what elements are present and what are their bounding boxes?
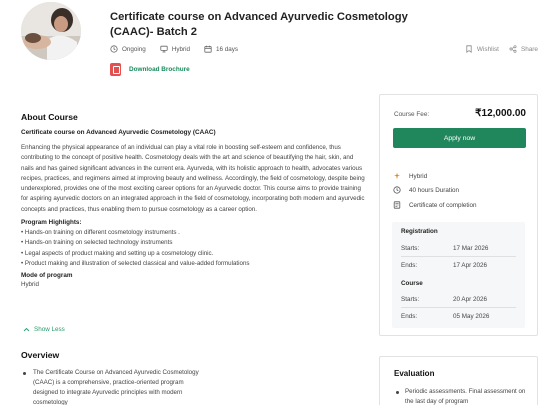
apply-now-button[interactable]: Apply now: [393, 128, 526, 148]
wishlist-label: Wishlist: [476, 45, 499, 53]
clock-icon: [110, 45, 118, 53]
evaluation-item: Periodic assessments. Final assessment o…: [396, 387, 534, 405]
bullet-icon: [23, 371, 26, 375]
divider: [401, 307, 516, 308]
chevron-up-icon: [23, 327, 30, 332]
mode-meta: Hybrid: [160, 45, 190, 53]
course-dates-heading: Course: [401, 280, 423, 287]
fee-amount: ₹12,000.00: [475, 108, 526, 119]
clock-icon: [393, 186, 401, 194]
registration-start-row: Starts: 17 Mar 2026: [401, 245, 516, 252]
monitor-icon: [160, 45, 168, 53]
course-end-date: 05 May 2026: [453, 313, 490, 320]
registration-start-label: Starts:: [401, 245, 420, 252]
bookmark-icon: [466, 45, 472, 53]
about-subtitle: Certificate course on Advanced Ayurvedic…: [21, 129, 216, 136]
highlights-list: • Hands-on training on different cosmeto…: [21, 228, 366, 269]
duration-text: 16 days: [216, 45, 239, 53]
mode-text: Hybrid: [171, 45, 191, 53]
registration-end-label: Ends:: [401, 262, 418, 269]
highlight-item: • Hands-on training on different cosmeto…: [21, 229, 180, 237]
registration-end-date: 17 Apr 2026: [453, 262, 487, 269]
overview-text: The Certificate Course on Advanced Ayurv…: [33, 369, 199, 405]
mode-icon: [394, 172, 400, 180]
feature-certificate: Certificate of completion: [393, 201, 477, 209]
feature-duration-text: 40 hours Duration: [409, 186, 460, 194]
status-text: Ongoing: [122, 45, 146, 53]
pdf-icon: [110, 63, 121, 76]
fee-row: Course Fee: ₹12,000.00: [394, 108, 526, 119]
course-thumbnail-image: [21, 2, 81, 60]
mode-heading: Mode of program: [21, 272, 73, 280]
schedule-box: Registration Starts: 17 Mar 2026 Ends: 1…: [392, 222, 525, 328]
show-less-button[interactable]: Show Less: [23, 326, 65, 333]
share-icon: [509, 45, 517, 53]
course-meta: Ongoing Hybrid 16 days: [110, 45, 252, 53]
about-course-section: About Course Certificate course on Advan…: [21, 112, 366, 288]
highlight-item: • Legal aspects of product making and se…: [21, 249, 214, 257]
course-thumbnail: [21, 2, 81, 60]
highlight-item: • Product making and illustration of sel…: [21, 259, 250, 267]
evaluation-heading: Evaluation: [394, 369, 435, 378]
share-button[interactable]: Share: [509, 45, 538, 53]
about-heading: About Course: [21, 112, 78, 122]
registration-start-date: 17 Mar 2026: [453, 245, 489, 252]
evaluation-card: Evaluation Periodic assessments. Final a…: [379, 356, 538, 405]
registration-heading: Registration: [401, 228, 438, 235]
highlight-item: • Hands-on training on selected technolo…: [21, 239, 173, 247]
duration-meta: 16 days: [204, 45, 238, 53]
highlights-heading: Program Highlights:: [21, 219, 82, 227]
registration-end-row: Ends: 17 Apr 2026: [401, 262, 516, 269]
show-less-label: Show Less: [34, 326, 65, 333]
download-brochure-link[interactable]: Download Brochure: [110, 63, 190, 76]
certificate-icon: [393, 201, 401, 209]
course-title: Certificate course on Advanced Ayurvedic…: [110, 11, 408, 38]
status-meta: Ongoing: [110, 45, 146, 53]
download-brochure-label: Download Brochure: [129, 66, 190, 73]
course-start-row: Starts: 20 Apr 2026: [401, 296, 516, 303]
overview-item: The Certificate Course on Advanced Ayurv…: [23, 368, 203, 405]
divider: [401, 256, 516, 257]
feature-certificate-text: Certificate of completion: [409, 201, 477, 209]
wishlist-button[interactable]: Wishlist: [465, 45, 499, 53]
evaluation-text: Periodic assessments. Final assessment o…: [405, 388, 526, 405]
course-end-row: Ends: 05 May 2026: [401, 313, 516, 320]
feature-mode-text: Hybrid: [409, 172, 428, 180]
course-start-date: 20 Apr 2026: [453, 296, 487, 303]
feature-duration: 40 hours Duration: [393, 186, 459, 194]
share-label: Share: [520, 45, 538, 53]
course-start-label: Starts:: [401, 296, 420, 303]
mode-value: Hybrid: [21, 281, 39, 289]
course-header: Certificate course on Advanced Ayurvedic…: [0, 0, 550, 90]
course-actions: Wishlist Share: [455, 45, 538, 53]
about-description: Enhancing the physical appearance of an …: [21, 144, 365, 213]
calendar-icon: [204, 45, 212, 53]
feature-mode: Hybrid: [393, 172, 427, 180]
overview-heading: Overview: [21, 350, 60, 360]
bullet-icon: [396, 390, 399, 394]
fee-label: Course Fee:: [394, 111, 430, 118]
course-end-label: Ends:: [401, 313, 418, 320]
